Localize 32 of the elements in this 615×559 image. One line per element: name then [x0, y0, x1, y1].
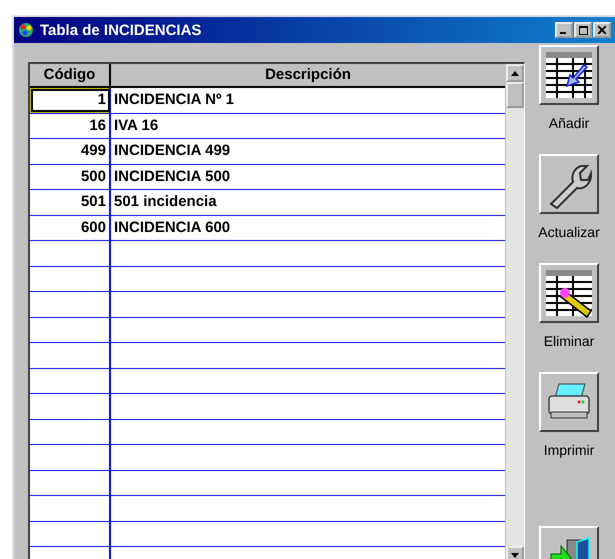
delete-button[interactable]: [539, 263, 599, 323]
maximize-icon: [578, 26, 588, 34]
window-title: Tabla de INCIDENCIAS: [40, 22, 202, 38]
up-arrow-icon: [511, 70, 519, 76]
table-cell[interactable]: 16: [30, 114, 111, 138]
table-cell[interactable]: INCIDENCIA 500: [111, 164, 505, 189]
close-icon: [598, 26, 606, 34]
close-button[interactable]: [593, 22, 611, 38]
add-button[interactable]: [539, 45, 599, 105]
update-button[interactable]: [539, 154, 599, 214]
down-arrow-icon: [511, 552, 519, 558]
table-cell[interactable]: 501: [30, 190, 111, 214]
scroll-thumb[interactable]: [506, 82, 524, 108]
button-label: Actualizar: [538, 224, 600, 240]
print-button[interactable]: [539, 372, 599, 432]
table-cell[interactable]: 501 incidencia: [111, 190, 505, 214]
scrollbar[interactable]: [505, 64, 524, 559]
minimize-button[interactable]: [555, 22, 573, 38]
button-label: Eliminar: [544, 333, 594, 349]
table-cell[interactable]: INCIDENCIA 499: [111, 139, 505, 164]
table-cell[interactable]: 1: [30, 88, 111, 112]
button-label: Añadir: [548, 115, 590, 131]
table-cell[interactable]: 600: [30, 216, 111, 240]
table-cell[interactable]: IVA 16: [111, 114, 505, 138]
app-icon: [18, 22, 34, 38]
table-cell[interactable]: 499: [30, 139, 111, 164]
table-cell[interactable]: INCIDENCIA 600: [111, 216, 505, 240]
table-cell[interactable]: INCIDENCIA Nº 1: [111, 88, 505, 112]
button-label: Imprimir: [544, 442, 594, 458]
table-eraser-icon: [543, 267, 595, 319]
table-cell[interactable]: 500: [30, 164, 111, 189]
maximize-button[interactable]: [574, 22, 592, 38]
